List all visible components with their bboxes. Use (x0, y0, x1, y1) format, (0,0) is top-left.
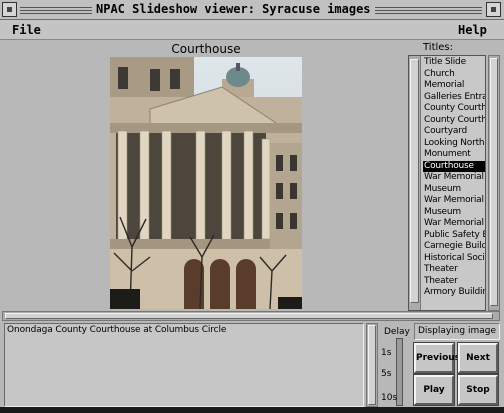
description-scroll-thumb[interactable] (368, 325, 376, 405)
window-menu-icon[interactable] (2, 2, 17, 17)
slide-photo (110, 57, 302, 309)
titles-list-item[interactable]: Memorial (423, 80, 485, 92)
titles-list-item[interactable]: War Memorial (423, 218, 485, 230)
description-text: Onondaga County Courthouse at Columbus C… (7, 325, 227, 335)
menu-help[interactable]: Help (458, 23, 487, 37)
delay-tick: 1s (381, 348, 392, 358)
delay-tick: 5s (381, 369, 392, 379)
titles-list-item[interactable]: Galleries Entrance (423, 92, 485, 104)
titles-list-item[interactable]: County Courthouse (423, 115, 485, 127)
previous-button[interactable]: Previous (413, 342, 460, 374)
window-title: NPAC Slideshow viewer: Syracuse images (92, 2, 375, 16)
status-text: Displaying image (418, 326, 496, 336)
delay-label: Delay (384, 327, 410, 337)
vertical-scroll-thumb[interactable] (490, 58, 498, 306)
horizontal-scrollbar[interactable] (2, 311, 500, 321)
courthouse-photo (110, 57, 302, 309)
titles-list-item[interactable]: Courtyard (423, 126, 485, 138)
window-title-bar[interactable]: NPAC Slideshow viewer: Syracuse images (0, 0, 504, 20)
stop-button[interactable]: Stop (457, 374, 499, 406)
titles-list-item[interactable]: Church (423, 69, 485, 81)
titles-list-item[interactable]: War Memorial (423, 172, 485, 184)
vertical-scrollbar[interactable] (488, 55, 500, 311)
horizontal-scroll-thumb[interactable] (5, 313, 493, 319)
titles-list-item[interactable]: Historical Society (423, 253, 485, 265)
titles-list-item[interactable]: Theater (423, 276, 485, 288)
titles-list-item[interactable]: War Memorial (423, 195, 485, 207)
maximize-icon[interactable] (486, 2, 501, 17)
titles-list-scrollbar[interactable] (409, 56, 421, 310)
titles-list-item[interactable]: Museum (423, 207, 485, 219)
delay-slider[interactable]: 1s 5s 10s (381, 338, 407, 408)
image-caption: Courthouse (171, 42, 241, 56)
titles-list-item[interactable]: County Courthouse (423, 103, 485, 115)
next-button[interactable]: Next (457, 342, 499, 374)
titles-list-item[interactable]: Carnegie Building (423, 241, 485, 253)
play-button[interactable]: Play (413, 374, 455, 406)
menu-bar: File Help (0, 20, 504, 40)
titles-list-items: Title Slide Church Memorial Galleries Entra… (423, 57, 485, 299)
delay-tick: 10s (381, 393, 398, 403)
titles-list-scroll-thumb[interactable] (410, 59, 419, 303)
desktop-strip (0, 407, 504, 413)
titles-list[interactable]: Title Slide Church Memorial Galleries Entra… (408, 55, 486, 311)
titles-list-item[interactable]: Monument (423, 149, 485, 161)
description-scrollbar[interactable] (366, 323, 378, 407)
description-textarea[interactable]: Onondaga County Courthouse at Columbus C… (4, 323, 364, 407)
titles-label: Titles: (423, 42, 454, 53)
titles-list-item[interactable]: Title Slide (423, 57, 485, 69)
titles-list-item[interactable]: Looking North (423, 138, 485, 150)
menu-file[interactable]: File (12, 23, 41, 37)
titles-list-item[interactable]: Armory Building (423, 287, 485, 299)
status-display: Displaying image (414, 323, 500, 340)
titles-list-item[interactable]: Public Safety Building (423, 230, 485, 242)
titles-list-item[interactable]: Courthouse (423, 160, 485, 172)
titles-list-item[interactable]: Theater (423, 264, 485, 276)
titles-list-item[interactable]: Museum (423, 184, 485, 196)
